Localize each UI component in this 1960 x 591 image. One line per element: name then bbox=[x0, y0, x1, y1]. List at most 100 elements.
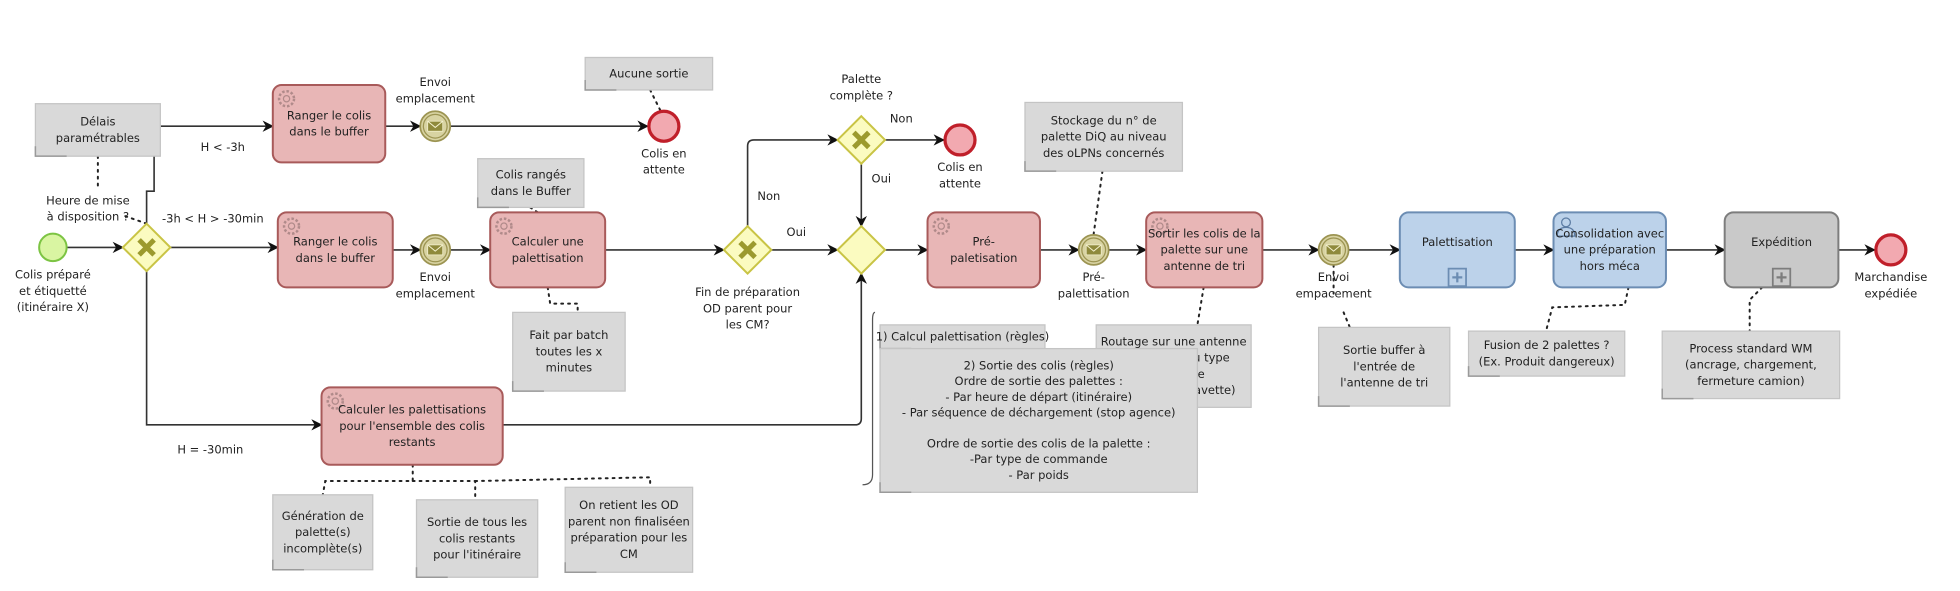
event-label: Pré-palettisation bbox=[1058, 270, 1130, 300]
message-event-msg3[interactable]: Pré-palettisation bbox=[1058, 234, 1130, 300]
text-line: (Ex. Produit dangereux) bbox=[1479, 354, 1615, 368]
text-line: palette(s) bbox=[295, 525, 351, 539]
exclusive-gateway-gw3[interactable]: Palette complète ? bbox=[830, 72, 893, 166]
text-line: attente bbox=[643, 163, 685, 177]
text-line: Palettisation bbox=[1422, 235, 1493, 249]
text-line: palettisation bbox=[1058, 286, 1130, 300]
end-event-end1[interactable]: Colis en attente bbox=[641, 109, 687, 177]
annotation-text: Stockage du n° de palette DiQ au niveau de… bbox=[1041, 113, 1167, 159]
text-line: -Par type de commande bbox=[970, 452, 1108, 466]
text-line: palette sur une bbox=[1160, 243, 1248, 257]
text-line: Sortir les colis de la bbox=[1148, 226, 1261, 240]
text-line: attente bbox=[939, 176, 981, 190]
annotation-sortie: Sortie buffer à l'entrée de l'antenne de t… bbox=[1317, 326, 1451, 407]
association bbox=[411, 480, 477, 501]
annotation-fusion: Fusion de 2 palettes ? (Ex. Produit dange… bbox=[1467, 330, 1626, 377]
text-line: emplacement bbox=[396, 91, 476, 105]
text-line: Colis en bbox=[937, 160, 982, 174]
start-event-circle[interactable] bbox=[38, 232, 68, 263]
text-line: 1) Calcul palettisation (règles) bbox=[876, 329, 1050, 343]
service-task-t1[interactable]: Ranger le colis dans le buffer bbox=[271, 83, 387, 164]
text-line: empacement bbox=[1296, 286, 1372, 300]
text-line: Fin de préparation bbox=[695, 285, 800, 299]
annotation-sortie-tous: Sortie de tous les colis restants pour l'i… bbox=[415, 499, 539, 579]
end-event-circle[interactable] bbox=[943, 123, 977, 157]
task-label: Expédition bbox=[1751, 235, 1812, 249]
text-line: (ancrage, chargement, bbox=[1685, 358, 1817, 372]
text-line: Envoi bbox=[1318, 270, 1350, 284]
annotation-process: Process standard WM (ancrage, chargement,… bbox=[1661, 330, 1841, 400]
envelope-icon bbox=[1085, 244, 1102, 256]
gateway-diamond[interactable] bbox=[836, 224, 887, 276]
text-line: dans le buffer bbox=[296, 251, 376, 265]
group-bracket bbox=[862, 311, 876, 486]
subprocess-s1[interactable]: Palettisation bbox=[1398, 211, 1516, 289]
sequence-flow bbox=[746, 134, 839, 227]
text-line: Calculer une bbox=[512, 235, 584, 249]
text-line: Colis rangés bbox=[496, 168, 566, 182]
association bbox=[474, 476, 652, 489]
text-line: pour l'ensemble des colis bbox=[339, 419, 485, 433]
annotation-text: 1) Calcul palettisation (règles) bbox=[876, 329, 1050, 343]
end-event-circle[interactable] bbox=[1874, 233, 1908, 267]
text-line: Palette bbox=[841, 72, 881, 86]
text-line: Pré- bbox=[973, 235, 995, 249]
exclusive-gateway-gw1[interactable]: Heure de mise à disposition ? bbox=[46, 193, 172, 273]
text-line: Sortie de tous les bbox=[427, 515, 527, 529]
service-task-t2[interactable]: Ranger le colis dans le buffer bbox=[276, 211, 394, 289]
message-event-msg2[interactable]: Envoi emplacement bbox=[396, 234, 476, 300]
end-event-circle[interactable] bbox=[647, 109, 681, 143]
annotation-aucune: Aucune sortie bbox=[584, 56, 714, 91]
association bbox=[546, 286, 579, 314]
end-event-end2[interactable]: Colis en attente bbox=[937, 123, 983, 190]
annotation-regle2: 2) Sortie des colis (règles) Ordre de sor… bbox=[879, 347, 1199, 494]
text-line: Colis en bbox=[641, 146, 686, 160]
text-line: colis restants bbox=[439, 531, 515, 545]
text-line: l'antenne de tri bbox=[1340, 376, 1428, 390]
service-task-t6[interactable]: Sortir les colis de la palette sur une ant… bbox=[1145, 211, 1264, 289]
subprocess-s3[interactable]: Expédition bbox=[1723, 211, 1840, 289]
text-line: des oLPNs concernés bbox=[1043, 146, 1164, 160]
association bbox=[1196, 286, 1205, 326]
user-task-s2[interactable]: Consolidation avec une préparation hors mé… bbox=[1552, 211, 1667, 289]
association bbox=[649, 88, 662, 111]
start-event-start[interactable]: Colis préparé et étiquetté (itinéraire X) bbox=[15, 232, 91, 314]
text-line: antenne de tri bbox=[1163, 259, 1245, 273]
text-line: 2) Sortie des colis (règles) bbox=[964, 359, 1114, 373]
text-line: - Par heure de départ (itinéraire) bbox=[945, 390, 1132, 404]
text-line: Fusion de 2 palettes ? bbox=[1484, 338, 1610, 352]
text-line: complète ? bbox=[830, 88, 893, 102]
text-line: l'entrée de bbox=[1353, 359, 1415, 373]
exclusive-gateway-gw2[interactable]: Fin de préparation OD parent pour les CM? bbox=[695, 224, 800, 332]
text-line: emplacement bbox=[396, 286, 476, 300]
event-label: Colis préparé et étiquetté (itinéraire X) bbox=[15, 268, 91, 314]
association bbox=[321, 463, 414, 496]
service-task-t3[interactable]: Calculer une palettisation bbox=[489, 211, 607, 289]
text-line: - Par poids bbox=[1009, 468, 1069, 482]
service-task-t4[interactable]: Calculer les palettisations pour l'ensemb… bbox=[320, 386, 504, 466]
text-line: Génération de bbox=[282, 509, 364, 523]
event-label: Envoi emplacement bbox=[396, 75, 476, 105]
text-line: Ordre de sortie des colis de la palette … bbox=[927, 437, 1151, 451]
task-label: Sortir les colis de la palette sur une ant… bbox=[1148, 226, 1261, 272]
text-line: Ranger le colis bbox=[293, 235, 377, 249]
text-line: paramétrables bbox=[56, 131, 140, 145]
text-line: expédiée bbox=[1865, 286, 1918, 300]
envelope-icon bbox=[1325, 244, 1342, 256]
text-line: à disposition ? bbox=[47, 210, 129, 224]
merge-gateway-gw4[interactable] bbox=[836, 224, 887, 276]
annotation-regle1: 1) Calcul palettisation (règles) bbox=[876, 324, 1050, 350]
message-event-msg1[interactable]: Envoi emplacement bbox=[396, 75, 476, 143]
text-line: fermeture camion) bbox=[1697, 374, 1804, 388]
service-task-t5[interactable]: Pré-paletisation bbox=[926, 211, 1041, 289]
association bbox=[1748, 286, 1764, 333]
text-line: - Par séquence de déchargement (stop age… bbox=[902, 405, 1176, 419]
text-line: parent non finaliséen bbox=[568, 514, 690, 528]
text-line: hors méca bbox=[1580, 259, 1640, 273]
text-line: Pré- bbox=[1082, 270, 1104, 284]
envelope-icon bbox=[427, 244, 444, 256]
annotation-text: Process standard WM (ancrage, chargement,… bbox=[1685, 341, 1817, 387]
text-line: Délais bbox=[80, 115, 115, 129]
text-line: toutes les x bbox=[536, 344, 603, 358]
end-event-end3[interactable]: Marchandise expédiée bbox=[1854, 233, 1927, 300]
